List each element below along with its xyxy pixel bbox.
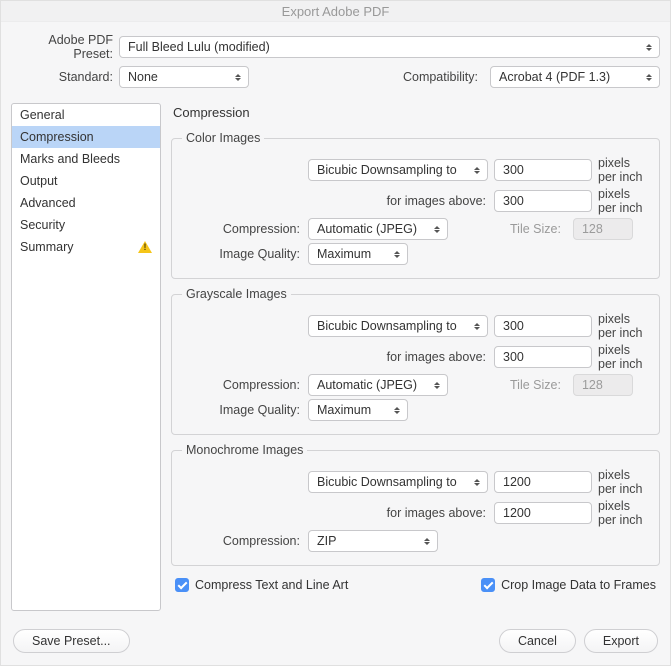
gray-above-input[interactable] bbox=[494, 346, 592, 368]
tile-size-label: Tile Size: bbox=[510, 222, 561, 236]
checkbox-icon bbox=[175, 578, 189, 592]
crop-image-checkbox[interactable]: Crop Image Data to Frames bbox=[481, 578, 656, 592]
standard-value: None bbox=[128, 70, 158, 84]
gray-compression-label: Compression: bbox=[182, 378, 302, 392]
checkbox-icon bbox=[481, 578, 495, 592]
color-ppi-input[interactable] bbox=[494, 159, 592, 181]
gray-above-label: for images above: bbox=[308, 350, 488, 364]
tile-size-label: Tile Size: bbox=[510, 378, 561, 392]
gray-ppi-input[interactable] bbox=[494, 315, 592, 337]
monochrome-images-group: Monochrome Images Bicubic Downsampling t… bbox=[171, 443, 660, 566]
sidebar-item-compression[interactable]: Compression bbox=[12, 126, 160, 148]
preset-select[interactable]: Full Bleed Lulu (modified) bbox=[119, 36, 660, 58]
unit-label: pixels per inch bbox=[598, 343, 649, 371]
chevron-updown-icon bbox=[392, 400, 402, 420]
preset-value: Full Bleed Lulu (modified) bbox=[128, 40, 270, 54]
chevron-updown-icon bbox=[392, 244, 402, 264]
compat-label: Compatibility: bbox=[403, 70, 484, 84]
unit-label: pixels per inch bbox=[598, 156, 649, 184]
mono-ppi-input[interactable] bbox=[494, 471, 592, 493]
sidebar-item-general[interactable]: General bbox=[12, 104, 160, 126]
mono-compression-select[interactable]: ZIP bbox=[308, 530, 438, 552]
color-quality-label: Image Quality: bbox=[182, 247, 302, 261]
standard-select[interactable]: None bbox=[119, 66, 249, 88]
unit-label: pixels per inch bbox=[598, 312, 649, 340]
unit-label: pixels per inch bbox=[598, 499, 649, 527]
dialog-title: Export Adobe PDF bbox=[1, 1, 670, 22]
compat-value: Acrobat 4 (PDF 1.3) bbox=[499, 70, 610, 84]
color-above-label: for images above: bbox=[308, 194, 488, 208]
chevron-updown-icon bbox=[432, 219, 442, 239]
mono-legend: Monochrome Images bbox=[182, 443, 307, 457]
sidebar-item-summary[interactable]: Summary bbox=[12, 236, 160, 258]
export-button[interactable]: Export bbox=[584, 629, 658, 653]
chevron-updown-icon bbox=[233, 67, 243, 87]
chevron-updown-icon bbox=[472, 316, 482, 336]
sidebar-item-advanced[interactable]: Advanced bbox=[12, 192, 160, 214]
unit-label: pixels per inch bbox=[598, 468, 649, 496]
chevron-updown-icon bbox=[422, 531, 432, 551]
color-above-input[interactable] bbox=[494, 190, 592, 212]
warning-icon bbox=[138, 241, 152, 253]
mono-downsample-select[interactable]: Bicubic Downsampling to bbox=[308, 471, 488, 493]
mono-above-label: for images above: bbox=[308, 506, 488, 520]
footer: Save Preset... Cancel Export bbox=[1, 621, 670, 665]
save-preset-button[interactable]: Save Preset... bbox=[13, 629, 130, 653]
color-tile-input bbox=[573, 218, 633, 240]
gray-downsample-select[interactable]: Bicubic Downsampling to bbox=[308, 315, 488, 337]
sidebar-item-security[interactable]: Security bbox=[12, 214, 160, 236]
color-images-group: Color Images Bicubic Downsampling to pix… bbox=[171, 131, 660, 279]
gray-quality-label: Image Quality: bbox=[182, 403, 302, 417]
chevron-updown-icon bbox=[644, 67, 654, 87]
sidebar-item-output[interactable]: Output bbox=[12, 170, 160, 192]
chevron-updown-icon bbox=[644, 37, 654, 57]
color-compression-select[interactable]: Automatic (JPEG) bbox=[308, 218, 448, 240]
color-quality-select[interactable]: Maximum bbox=[308, 243, 408, 265]
grayscale-images-group: Grayscale Images Bicubic Downsampling to… bbox=[171, 287, 660, 435]
color-legend: Color Images bbox=[182, 131, 264, 145]
header: Adobe PDF Preset: Full Bleed Lulu (modif… bbox=[1, 22, 670, 103]
gray-tile-input bbox=[573, 374, 633, 396]
standard-label: Standard: bbox=[9, 70, 119, 84]
gray-legend: Grayscale Images bbox=[182, 287, 291, 301]
color-downsample-select[interactable]: Bicubic Downsampling to bbox=[308, 159, 488, 181]
sidebar: General Compression Marks and Bleeds Out… bbox=[11, 103, 161, 611]
color-compression-label: Compression: bbox=[182, 222, 302, 236]
gray-quality-select[interactable]: Maximum bbox=[308, 399, 408, 421]
chevron-updown-icon bbox=[472, 160, 482, 180]
export-pdf-dialog: Export Adobe PDF Adobe PDF Preset: Full … bbox=[0, 0, 671, 666]
mono-above-input[interactable] bbox=[494, 502, 592, 524]
cancel-button[interactable]: Cancel bbox=[499, 629, 576, 653]
compat-select[interactable]: Acrobat 4 (PDF 1.3) bbox=[490, 66, 660, 88]
chevron-updown-icon bbox=[432, 375, 442, 395]
compress-text-checkbox[interactable]: Compress Text and Line Art bbox=[175, 578, 348, 592]
gray-compression-select[interactable]: Automatic (JPEG) bbox=[308, 374, 448, 396]
panel-title: Compression bbox=[171, 103, 660, 123]
preset-label: Adobe PDF Preset: bbox=[9, 33, 119, 61]
unit-label: pixels per inch bbox=[598, 187, 649, 215]
mono-compression-label: Compression: bbox=[182, 534, 302, 548]
chevron-updown-icon bbox=[472, 472, 482, 492]
content: Compression Color Images Bicubic Downsam… bbox=[171, 103, 660, 611]
sidebar-item-marks-bleeds[interactable]: Marks and Bleeds bbox=[12, 148, 160, 170]
